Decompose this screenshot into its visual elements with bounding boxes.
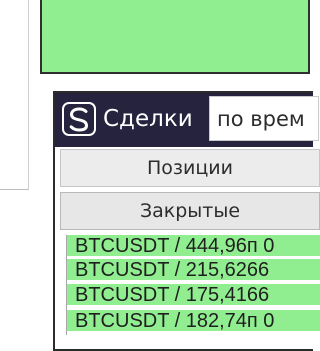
trade-list-item[interactable]: BTCUSDT / 444,96п 0	[67, 235, 320, 257]
sort-order-select[interactable]: по врем	[209, 96, 319, 141]
trade-list-item[interactable]: BTCUSDT / 175,4166	[67, 284, 320, 306]
closed-trades-list[interactable]: BTCUSDT / 444,96п 0 BTCUSDT / 215,6266 B…	[66, 235, 320, 335]
trade-list-item[interactable]: BTCUSDT / 215,6266	[67, 259, 320, 281]
s-logo-icon	[62, 102, 96, 136]
tab-positions[interactable]: Позиции	[60, 149, 320, 187]
trade-list-item[interactable]: BTCUSDT / 182,74п 0	[67, 310, 320, 332]
trades-widget: Сделки по врем Позиции Закрытые BTCUSDT …	[53, 91, 320, 351]
left-divider-vertical	[28, 0, 29, 190]
tab-closed[interactable]: Закрытые	[60, 192, 320, 230]
trades-header: Сделки по врем	[55, 93, 319, 147]
trades-title: Сделки	[103, 106, 193, 132]
sort-order-value: по врем	[217, 107, 305, 131]
left-divider-horizontal	[0, 189, 28, 190]
green-status-panel	[40, 0, 310, 74]
